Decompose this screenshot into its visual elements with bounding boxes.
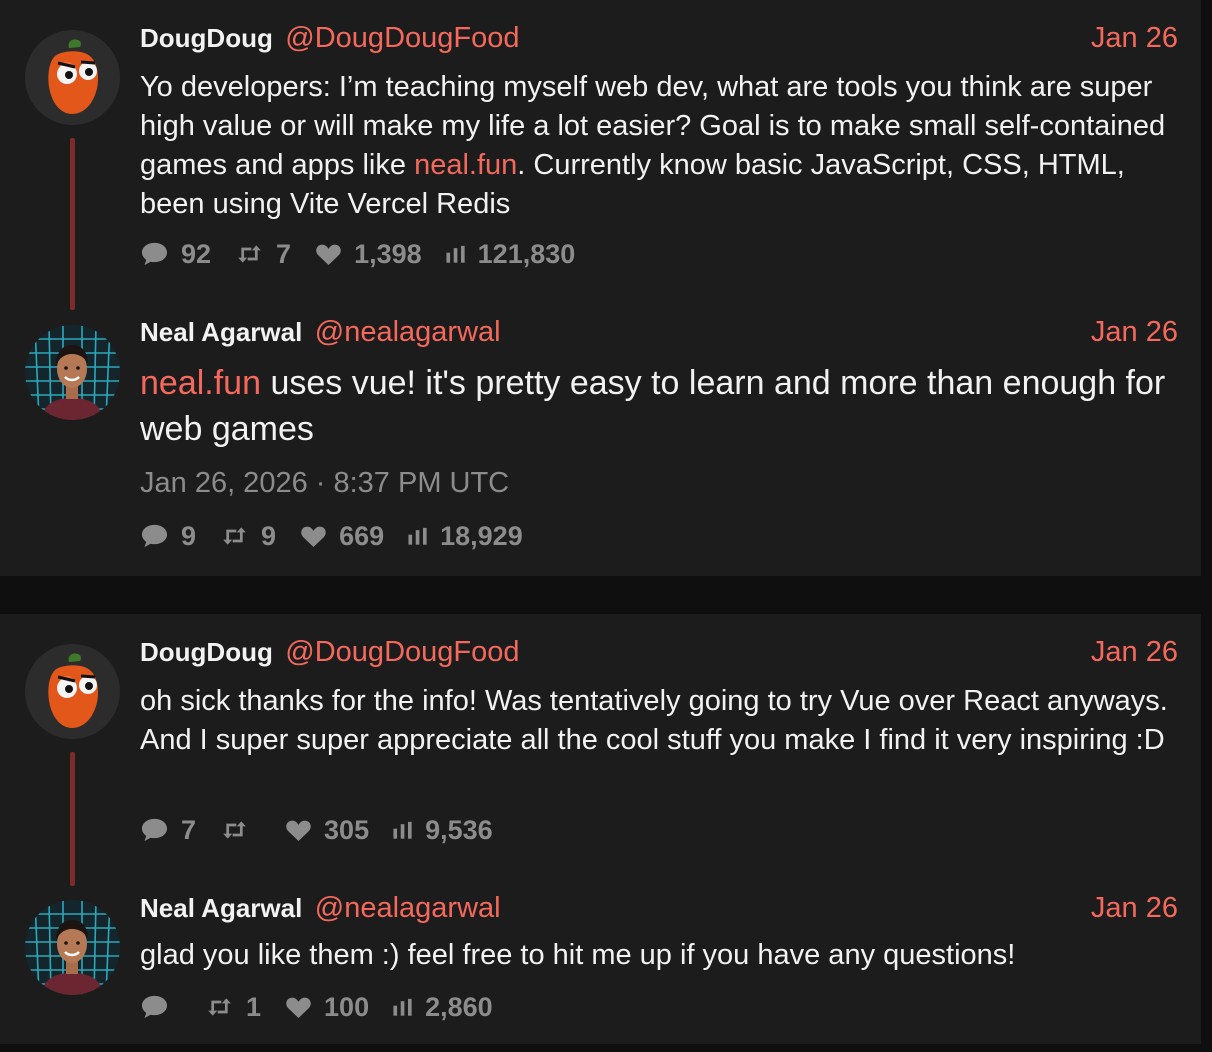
views-count: 2,860	[425, 991, 493, 1022]
bar-chart-icon	[393, 998, 413, 1017]
speech-bubble-icon	[140, 523, 169, 549]
thread-connector-line	[70, 138, 75, 310]
author-fullname[interactable]: DougDoug	[140, 637, 273, 667]
like-count: 1,398	[354, 238, 422, 269]
avatar-dougdoug[interactable]	[25, 30, 120, 125]
speech-bubble-icon	[140, 241, 169, 267]
retweet-icon	[235, 243, 264, 265]
thread-card: DougDoug @DougDougFood Jan 26 oh sick th…	[0, 614, 1201, 1044]
views-count: 9,536	[425, 814, 493, 845]
views-count: 121,830	[477, 238, 576, 269]
views-count: 18,929	[440, 520, 523, 551]
thread-card: DougDoug @DougDougFood Jan 26 Yo develop…	[0, 0, 1201, 576]
bar-chart-icon	[393, 821, 413, 840]
tweet-header: Neal Agarwal @nealagarwal Jan 26	[140, 316, 1178, 356]
author-handle[interactable]: @DougDougFood	[285, 22, 519, 54]
retweet-stat[interactable]	[220, 819, 261, 841]
author-handle[interactable]: @DougDougFood	[285, 636, 519, 668]
reply-count: 9	[181, 520, 197, 551]
retweet-stat[interactable]: 7	[235, 239, 291, 270]
retweet-icon	[220, 525, 249, 547]
like-stat[interactable]: 1,398	[315, 239, 422, 270]
author-handle[interactable]: @nealagarwal	[315, 892, 501, 924]
speech-bubble-icon	[140, 994, 169, 1020]
tweet-header: DougDoug @DougDougFood Jan 26	[140, 636, 1178, 676]
tweet-date[interactable]: Jan 26	[1091, 892, 1178, 925]
retweet-icon	[205, 996, 234, 1018]
views-stat: 2,860	[393, 992, 493, 1023]
views-stat: 9,536	[393, 815, 493, 846]
speech-bubble-icon	[140, 817, 169, 843]
author-fullname[interactable]: Neal Agarwal	[140, 893, 302, 923]
author-handle[interactable]: @nealagarwal	[315, 316, 501, 348]
like-count: 100	[324, 991, 370, 1022]
tweet-published-date: Jan 26, 2026 · 8:37 PM UTC	[140, 467, 510, 499]
thread-connector-line	[70, 752, 75, 886]
tweet-stats: 7 305 9,536	[140, 812, 517, 848]
reply-count: 7	[181, 814, 197, 845]
author-fullname[interactable]: DougDoug	[140, 23, 273, 53]
profile-photo-icon	[25, 900, 120, 995]
heart-icon	[300, 525, 327, 548]
retweet-count: 1	[246, 991, 262, 1022]
tweet-content: glad you like them :) feel free to hit m…	[140, 939, 1016, 971]
tweet-stats: 92 7 1,398 121,830	[140, 236, 599, 272]
tweet-content: oh sick thanks for the info! Was tentati…	[140, 685, 1168, 756]
tweet-content: Yo developers: I’m teaching myself web d…	[140, 68, 1180, 224]
tweet-date[interactable]: Jan 26	[1091, 316, 1178, 349]
retweet-stat[interactable]: 1	[205, 992, 261, 1023]
retweet-count: 7	[276, 238, 292, 269]
reply-stat[interactable]	[140, 994, 181, 1020]
reply-stat[interactable]: 9	[140, 521, 196, 552]
profile-photo-icon	[25, 325, 120, 420]
retweet-icon	[220, 819, 249, 841]
like-count: 669	[339, 520, 385, 551]
reply-stat[interactable]: 7	[140, 815, 196, 846]
tweet-date[interactable]: Jan 26	[1091, 22, 1178, 55]
link-neal-fun[interactable]: neal.fun	[140, 364, 261, 402]
bar-chart-icon	[446, 245, 466, 264]
like-stat[interactable]: 305	[285, 815, 369, 846]
pepper-avatar-icon	[25, 30, 120, 125]
tweet-content: neal.fun uses vue! it's pretty easy to l…	[140, 360, 1180, 452]
like-stat[interactable]: 100	[285, 992, 369, 1023]
like-count: 305	[324, 814, 370, 845]
heart-icon	[285, 819, 312, 842]
tweet-date[interactable]: Jan 26	[1091, 636, 1178, 669]
avatar-neal-agarwal[interactable]	[25, 325, 120, 420]
heart-icon	[285, 996, 312, 1019]
pepper-avatar-icon	[25, 644, 120, 739]
retweet-stat[interactable]: 9	[220, 521, 276, 552]
tweet-stats: 9 9 669 18,929	[140, 518, 547, 554]
retweet-count: 9	[261, 520, 277, 551]
like-stat[interactable]: 669	[300, 521, 384, 552]
bar-chart-icon	[408, 527, 428, 546]
tweet-text: uses vue! it's pretty easy to learn and …	[140, 364, 1166, 448]
avatar-neal-agarwal[interactable]	[25, 900, 120, 995]
tweet-stats: 1 100 2,860	[140, 989, 517, 1025]
avatar-dougdoug[interactable]	[25, 644, 120, 739]
link-neal-fun[interactable]: neal.fun	[414, 149, 517, 181]
tweet-header: Neal Agarwal @nealagarwal Jan 26	[140, 892, 1178, 932]
tweet-header: DougDoug @DougDougFood Jan 26	[140, 22, 1178, 62]
reply-stat[interactable]: 92	[140, 239, 211, 270]
heart-icon	[315, 243, 342, 266]
views-stat: 18,929	[408, 521, 523, 552]
reply-count: 92	[181, 238, 212, 269]
views-stat: 121,830	[446, 238, 576, 270]
author-fullname[interactable]: Neal Agarwal	[140, 317, 302, 347]
